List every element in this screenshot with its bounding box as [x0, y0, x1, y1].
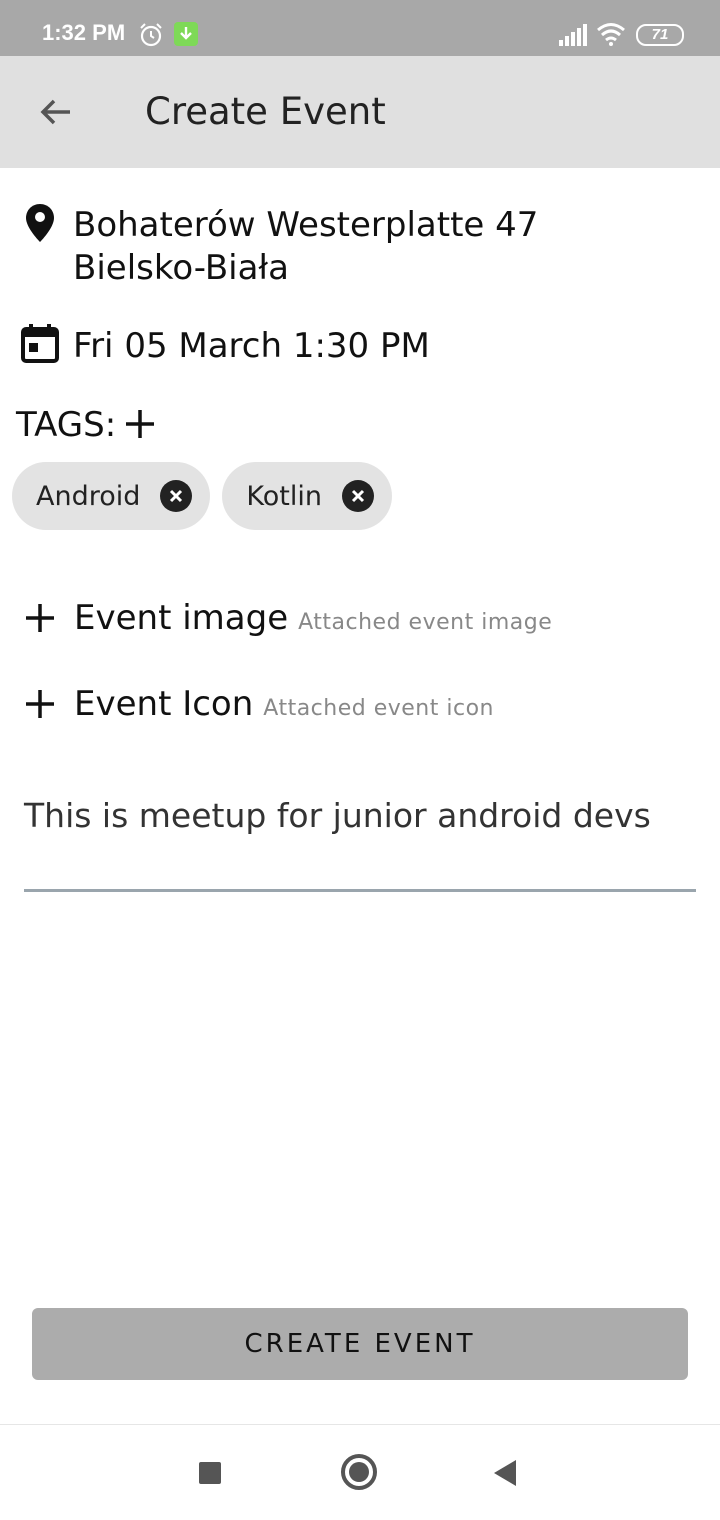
event-image-row[interactable]: Event image Attached event image — [24, 598, 552, 638]
location-line1: Bohaterów Westerplatte 47 — [73, 205, 539, 245]
event-icon-subtitle: Attached event icon — [263, 696, 494, 721]
app-bar: Create Event — [0, 56, 720, 168]
tag-chip-label: Android — [36, 480, 141, 512]
event-icon-row[interactable]: Event Icon Attached event icon — [24, 684, 494, 724]
close-icon — [351, 489, 365, 503]
location-field[interactable]: Bohaterów Westerplatte 47 Bielsko-Biała — [73, 204, 538, 290]
tag-chip-label: Kotlin — [246, 480, 322, 512]
tag-chip[interactable]: Android — [12, 462, 211, 530]
battery-icon: 71 — [636, 24, 684, 46]
download-icon — [174, 22, 198, 46]
calendar-icon[interactable] — [20, 323, 60, 363]
remove-tag-button[interactable] — [341, 480, 374, 512]
system-nav-bar — [0, 1424, 720, 1520]
close-icon — [170, 489, 183, 503]
status-time: 1:32 PM — [42, 20, 126, 45]
tag-chip[interactable]: Kotlin — [222, 462, 392, 530]
event-image-title: Event image — [74, 598, 289, 638]
create-event-button[interactable]: CREATE EVENT — [32, 1308, 688, 1380]
page-title: Create Event — [145, 90, 386, 133]
back-button[interactable] — [30, 86, 82, 138]
signal-icon — [559, 24, 587, 46]
status-bar: 1:32 PM 71 — [0, 0, 720, 56]
location-pin-icon[interactable] — [20, 202, 60, 242]
recents-icon[interactable] — [199, 1462, 221, 1484]
date-field[interactable]: Fri 05 March 1:30 PM — [73, 326, 430, 366]
remove-tag-button[interactable] — [160, 480, 193, 512]
event-icon-title: Event Icon — [74, 684, 254, 724]
event-image-subtitle: Attached event image — [298, 610, 553, 635]
description-input[interactable]: This is meetup for junior android devs — [24, 796, 696, 892]
plus-icon — [26, 690, 54, 718]
alarm-icon — [140, 23, 162, 47]
tags-label: TAGS: — [16, 405, 117, 445]
description-value: This is meetup for junior android devs — [24, 796, 651, 835]
plus-icon — [26, 604, 54, 632]
tag-chips: Android Kotlin — [12, 462, 392, 530]
nav-back-icon[interactable] — [494, 1460, 516, 1486]
location-line2: Bielsko-Biała — [73, 248, 289, 288]
arrow-back-icon — [40, 99, 70, 125]
wifi-icon — [597, 23, 625, 46]
add-tag-button[interactable] — [124, 408, 156, 440]
home-icon[interactable] — [341, 1454, 377, 1490]
